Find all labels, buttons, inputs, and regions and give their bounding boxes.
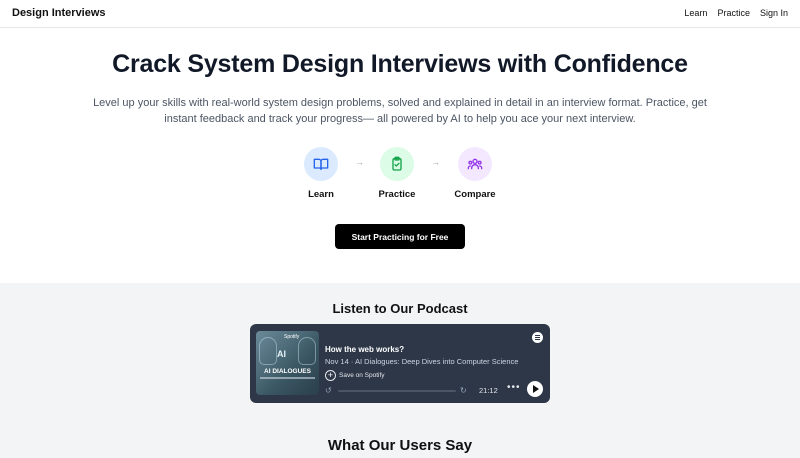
- nav-link-sign-in[interactable]: Sign In: [760, 8, 788, 18]
- step-practice: Practice: [357, 147, 437, 200]
- step-learn-label: Learn: [308, 189, 334, 200]
- top-nav: Design Interviews Learn Practice Sign In: [0, 0, 800, 28]
- podcast-cover-image[interactable]: Spotify AI AI DIALOGUES: [256, 331, 319, 395]
- more-options-icon[interactable]: •••: [507, 382, 521, 393]
- step-learn: Learn: [281, 147, 361, 200]
- podcast-section: Listen to Our Podcast Spotify AI AI DIAL…: [0, 283, 800, 458]
- users-icon: [458, 147, 492, 181]
- forward-15-icon[interactable]: ↻: [460, 386, 467, 395]
- save-on-spotify-label: Save on Spotify: [339, 372, 385, 379]
- nav-link-practice[interactable]: Practice: [717, 8, 750, 18]
- hero-title: Crack System Design Interviews with Conf…: [112, 50, 688, 78]
- testimonials-section-title: What Our Users Say: [327, 437, 473, 454]
- cover-title: AI DIALOGUES: [264, 368, 311, 375]
- book-icon: [304, 147, 338, 181]
- step-compare-label: Compare: [454, 189, 496, 200]
- cover-subtitle-line: [260, 377, 315, 379]
- hero-subtitle: Level up your skills with real-world sys…: [93, 97, 707, 125]
- step-compare: Compare: [435, 147, 515, 200]
- podcast-section-title: Listen to Our Podcast: [332, 301, 468, 316]
- episode-duration: 21:12: [479, 386, 498, 395]
- episode-title[interactable]: How the web works?: [325, 345, 404, 354]
- play-button[interactable]: [527, 381, 543, 397]
- cover-head-left: [259, 337, 277, 365]
- save-on-spotify-button[interactable]: + Save on Spotify: [325, 370, 385, 381]
- brand-logo[interactable]: Design Interviews: [12, 7, 106, 19]
- playback-progress-bar[interactable]: [338, 390, 456, 392]
- step-practice-label: Practice: [378, 189, 416, 200]
- start-practicing-button[interactable]: Start Practicing for Free: [335, 224, 465, 249]
- cover-head-right: [298, 337, 316, 365]
- nav-links: Learn Practice Sign In: [684, 8, 788, 18]
- cover-brand: Spotify: [284, 334, 300, 340]
- spotify-player: Spotify AI AI DIALOGUES How the web work…: [250, 324, 550, 403]
- steps-row: Learn → Practice → Compare: [0, 147, 800, 207]
- cover-ai-text: AI: [277, 349, 286, 359]
- nav-link-learn[interactable]: Learn: [684, 8, 707, 18]
- rewind-15-icon[interactable]: ↺: [325, 386, 332, 395]
- plus-circle-icon: +: [325, 370, 336, 381]
- episode-meta[interactable]: Nov 14 · AI Dialogues: Deep Dives into C…: [325, 357, 518, 366]
- spotify-logo-icon[interactable]: [532, 332, 543, 343]
- clipboard-check-icon: [380, 147, 414, 181]
